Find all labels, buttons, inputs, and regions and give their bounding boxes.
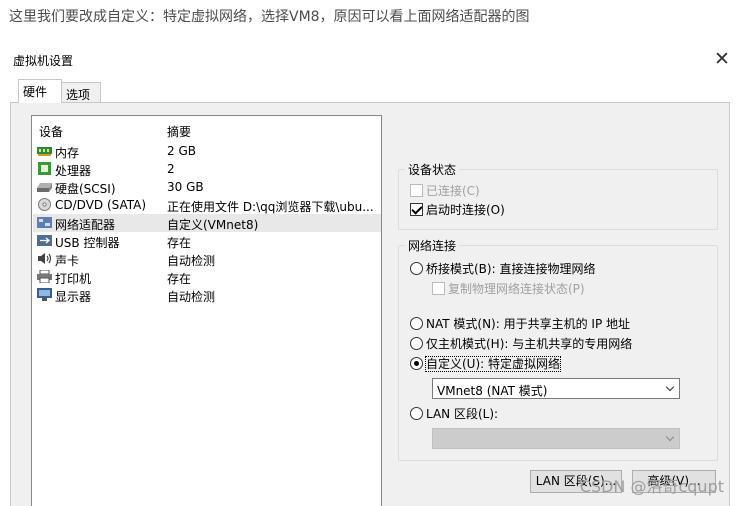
custom-network-select[interactable]: VMnet8 (NAT 模式) xyxy=(432,378,680,399)
bridged-mode-label: 桥接模式(B): 直接连接物理网络 xyxy=(426,262,596,276)
device-name: 内存 xyxy=(55,146,80,160)
device-summary: 2 GB xyxy=(167,144,196,158)
lan-segment-radio[interactable]: LAN 区段(L): xyxy=(410,405,498,422)
nat-mode-label: NAT 模式(N): 用于共享主机的 IP 地址 xyxy=(426,317,631,331)
host-only-mode-label: 仅主机模式(H): 与主机共享的专用网络 xyxy=(426,337,633,351)
device-status-legend: 设备状态 xyxy=(408,163,457,177)
checkbox-box xyxy=(432,282,445,295)
usb-icon xyxy=(37,235,52,246)
device-name: 声卡 xyxy=(55,254,80,268)
device-column-header[interactable]: 设备 xyxy=(39,123,63,140)
cd-dvd-icon xyxy=(38,198,51,211)
device-name: 处理器 xyxy=(55,164,92,178)
connected-label: 已连接(C) xyxy=(426,184,480,198)
chevron-down-icon xyxy=(665,382,675,392)
article-caption: 这里我们要改成自定义：特定虚拟网络，选择VM8，原因可以看上面网络适配器的图 xyxy=(9,9,530,25)
lan-segment-select[interactable] xyxy=(432,428,680,449)
tab-hardware[interactable]: 硬件 xyxy=(18,79,62,103)
device-row-memory[interactable]: 内存 2 GB xyxy=(33,142,381,160)
device-summary: 2 xyxy=(167,162,175,176)
device-row-hard-disk[interactable]: 硬盘(SCSI) 30 GB xyxy=(33,178,381,196)
device-summary: 存在 xyxy=(167,236,192,250)
lan-segment-label: LAN 区段(L): xyxy=(426,407,499,421)
device-name: 显示器 xyxy=(55,290,92,304)
device-summary: 30 GB xyxy=(167,180,204,194)
device-name: CD/DVD (SATA) xyxy=(55,198,147,212)
connect-at-power-on-label: 启动时连接(O) xyxy=(426,203,505,217)
network-adapter-icon xyxy=(37,217,52,228)
tab-options[interactable]: 选项 xyxy=(61,82,101,104)
watermark: CSDN @洛奇cqupt xyxy=(579,477,724,496)
device-name: 硬盘(SCSI) xyxy=(55,182,116,196)
device-row-usb[interactable]: USB 控制器 存在 xyxy=(33,232,381,250)
bridged-mode-radio[interactable]: 桥接模式(B): 直接连接物理网络 xyxy=(410,260,595,277)
close-icon: ✕ xyxy=(714,48,730,70)
connect-at-power-on-checkbox[interactable]: 启动时连接(O) xyxy=(410,201,505,218)
host-only-mode-radio[interactable]: 仅主机模式(H): 与主机共享的专用网络 xyxy=(410,335,632,352)
device-summary: 自动检测 xyxy=(167,254,216,268)
connected-checkbox[interactable]: 已连接(C) xyxy=(410,182,480,199)
tab-panel: 设备 摘要 内存 2 GB 处理器 2 硬盘(SCSI) 30 GB CD/DV… xyxy=(10,102,730,506)
device-row-network-adapter[interactable]: 网络适配器 自定义(VMnet8) xyxy=(33,214,381,232)
checkbox-box xyxy=(410,203,423,216)
memory-icon xyxy=(37,147,52,156)
device-summary: 存在 xyxy=(167,272,192,286)
close-button[interactable]: ✕ xyxy=(710,49,734,71)
custom-network-label: 自定义(U): 特定虚拟网络 xyxy=(424,356,562,372)
device-row-sound-card[interactable]: 声卡 自动检测 xyxy=(33,250,381,268)
device-name: 网络适配器 xyxy=(55,218,116,232)
sound-card-icon xyxy=(38,253,52,264)
radio-circle xyxy=(410,357,423,370)
replicate-state-checkbox[interactable]: 复制物理网络连接状态(P) xyxy=(432,280,585,297)
nat-mode-radio[interactable]: NAT 模式(N): 用于共享主机的 IP 地址 xyxy=(410,315,630,332)
dialog-title: 虚拟机设置 xyxy=(13,54,74,68)
display-icon xyxy=(37,288,52,301)
vm-settings-dialog: 虚拟机设置 ✕ 硬件 选项 设备 摘要 内存 2 GB 处理器 2 硬盘(SCS… xyxy=(0,44,740,506)
custom-network-selected-value: VMnet8 (NAT 模式) xyxy=(437,384,548,398)
network-connection-legend: 网络连接 xyxy=(408,239,457,253)
replicate-state-label: 复制物理网络连接状态(P) xyxy=(448,282,585,296)
device-summary: 自动检测 xyxy=(167,290,216,304)
radio-circle xyxy=(410,262,423,275)
device-name: 打印机 xyxy=(55,272,92,286)
printer-icon xyxy=(37,270,52,283)
device-summary: 自定义(VMnet8) xyxy=(167,218,259,232)
device-row-cpu[interactable]: 处理器 2 xyxy=(33,160,381,178)
device-list[interactable]: 设备 摘要 内存 2 GB 处理器 2 硬盘(SCSI) 30 GB CD/DV… xyxy=(31,115,382,506)
chevron-down-icon xyxy=(665,432,675,442)
custom-network-radio[interactable]: 自定义(U): 特定虚拟网络 xyxy=(410,355,562,372)
radio-circle xyxy=(410,337,423,350)
hard-disk-icon xyxy=(37,183,52,192)
device-row-display[interactable]: 显示器 自动检测 xyxy=(33,286,381,304)
radio-circle xyxy=(410,317,423,330)
radio-circle xyxy=(410,407,423,420)
device-row-printer[interactable]: 打印机 存在 xyxy=(33,268,381,286)
device-name: USB 控制器 xyxy=(55,236,120,250)
device-summary: 正在使用文件 D:\qq浏览器下载\ubu... xyxy=(167,200,374,214)
checkbox-box xyxy=(410,184,423,197)
cpu-icon xyxy=(38,162,51,175)
device-row-cd-dvd[interactable]: CD/DVD (SATA) 正在使用文件 D:\qq浏览器下载\ubu... xyxy=(33,196,381,214)
summary-column-header[interactable]: 摘要 xyxy=(167,123,191,140)
